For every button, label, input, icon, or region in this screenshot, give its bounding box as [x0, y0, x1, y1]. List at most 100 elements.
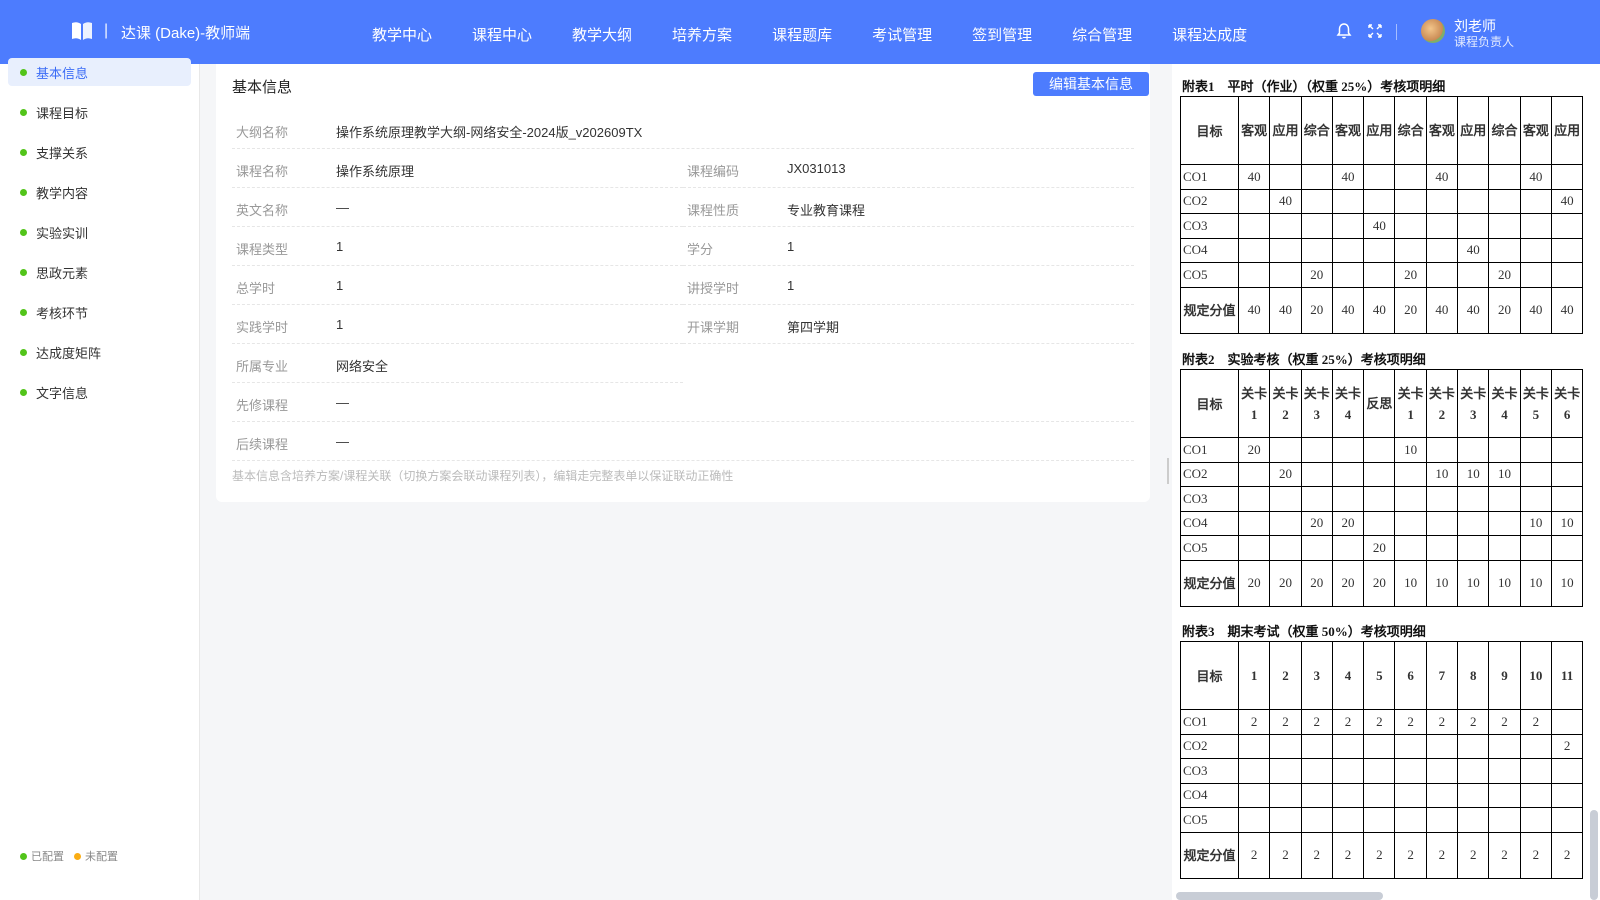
nav-signin-management[interactable]: 签到管理 [972, 24, 1032, 45]
column-header: 客观 [1425, 96, 1459, 165]
score-cell: 40 [1457, 286, 1490, 334]
row-target: CO3 [1180, 758, 1239, 784]
nav-general-management[interactable]: 综合管理 [1072, 24, 1132, 45]
table-cell [1300, 733, 1333, 759]
row-target: CO2 [1180, 461, 1239, 487]
fullscreen-icon[interactable] [1366, 22, 1384, 40]
table-cell [1300, 188, 1333, 214]
field-label: 开课学期 [687, 320, 740, 335]
configured-dot [20, 268, 27, 276]
bell-icon[interactable] [1335, 22, 1353, 40]
column-header: 关卡4 [1488, 369, 1521, 438]
table-cell [1550, 807, 1584, 833]
table-cell: 40 [1363, 213, 1396, 239]
table-cell: 10 [1394, 437, 1427, 463]
table-cell: 20 [1488, 262, 1521, 288]
score-cell: 20 [1394, 286, 1427, 334]
table-row: CO1 2 2 2 2 2 2 2 2 2 2 [1180, 709, 1584, 735]
sidebar-item-text-info[interactable]: 文字信息 [8, 378, 191, 406]
column-header: 关卡3 [1457, 369, 1490, 438]
table-cell: 10 [1550, 510, 1584, 536]
legend-unconfigured: 未配置 [85, 851, 118, 863]
nav-question-bank[interactable]: 课程题库 [772, 24, 832, 45]
nav-teaching-center[interactable]: 教学中心 [372, 24, 432, 45]
table-cell [1331, 535, 1365, 561]
table-cell [1363, 262, 1396, 288]
table-cell [1394, 807, 1427, 833]
attachment-caption: 附表2 实验考核（权重 25%）考核项明细 [1182, 352, 1426, 367]
book-logo-icon[interactable] [70, 20, 94, 42]
field-label: 英文名称 [236, 203, 289, 218]
sidebar-item-support-relations[interactable]: 支撑关系 [8, 138, 191, 166]
configured-dot [20, 108, 27, 116]
table-cell: 2 [1331, 709, 1365, 735]
sidebar-item-ideological-elements[interactable]: 思政元素 [8, 258, 191, 286]
sidebar-item-label: 达成度矩阵 [36, 345, 102, 361]
nav-course-achievement[interactable]: 课程达成度 [1172, 24, 1247, 45]
sidebar-item-assessment[interactable]: 考核环节 [8, 298, 191, 326]
table-cell: 2 [1300, 709, 1333, 735]
score-cell: 40 [1363, 286, 1396, 334]
panel-resize-handle[interactable] [1167, 458, 1169, 484]
score-cell: 40 [1550, 286, 1584, 334]
column-header: 1 [1237, 641, 1271, 710]
sidebar-item-course-objectives[interactable]: 课程目标 [8, 98, 191, 126]
nav-syllabus[interactable]: 教学大纲 [572, 24, 632, 45]
table-cell [1331, 437, 1365, 463]
table-cell [1300, 782, 1333, 808]
table-cell [1300, 535, 1333, 561]
table-cell [1331, 213, 1365, 239]
table-cell [1269, 164, 1302, 190]
edit-basic-info-button[interactable]: 编辑基本信息 [1033, 72, 1149, 96]
table-cell [1519, 733, 1552, 759]
score-cell: 2 [1331, 831, 1365, 879]
column-header: 9 [1488, 641, 1521, 710]
column-header: 客观 [1331, 96, 1365, 165]
table-cell [1331, 188, 1365, 214]
field-value: 操作系统原理 [336, 164, 415, 179]
table-row: CO3 40 [1180, 213, 1584, 239]
table-cell: 40 [1331, 164, 1365, 190]
user-avatar[interactable] [1421, 19, 1445, 43]
score-cell: 2 [1269, 831, 1302, 879]
field-value: 专业教育课程 [787, 203, 866, 218]
info-row-lecture-hours: 讲授学时 1 [683, 266, 1134, 305]
field-label: 讲授学时 [687, 281, 740, 296]
column-header: 5 [1363, 641, 1396, 710]
table-cell: 40 [1269, 188, 1302, 214]
sidebar-item-label: 考核环节 [36, 305, 89, 321]
sidebar-item-teaching-content[interactable]: 教学内容 [8, 178, 191, 206]
table-cell [1300, 213, 1333, 239]
table-cell [1519, 535, 1552, 561]
column-header: 关卡1 [1237, 369, 1271, 438]
table-cell: 40 [1425, 164, 1459, 190]
column-header: 应用 [1363, 96, 1396, 165]
score-cell: 10 [1488, 559, 1521, 607]
table-row: CO1 40 40 40 40 [1180, 164, 1584, 190]
info-row-outline-name: 大纲名称 操作系统原理教学大纲-网络安全-2024版_v202609TX [232, 110, 1134, 149]
sidebar-item-achievement-matrix[interactable]: 达成度矩阵 [8, 338, 191, 366]
nav-training-program[interactable]: 培养方案 [672, 24, 732, 45]
table-cell [1519, 782, 1552, 808]
table-cell: 20 [1331, 510, 1365, 536]
score-cell: 40 [1269, 286, 1302, 334]
column-header: 关卡2 [1269, 369, 1302, 438]
table-cell [1394, 510, 1427, 536]
nav-exam-management[interactable]: 考试管理 [872, 24, 932, 45]
field-value: 1 [787, 239, 795, 254]
status-legend: 已配置 未配置 [20, 848, 118, 864]
horizontal-scrollbar[interactable] [1176, 892, 1383, 900]
nav-course-center[interactable]: 课程中心 [472, 24, 532, 45]
field-label: 实践学时 [236, 320, 289, 335]
table-cell [1394, 188, 1427, 214]
field-value: 1 [336, 278, 344, 293]
sidebar-item-label: 支撑关系 [36, 145, 89, 161]
sidebar-item-lab-training[interactable]: 实验实训 [8, 218, 191, 246]
column-header: 关卡5 [1519, 369, 1552, 438]
sidebar-item-basic-info[interactable]: 基本信息 [8, 58, 191, 86]
vertical-scrollbar[interactable] [1590, 810, 1598, 900]
table-cell [1237, 758, 1271, 784]
header-target: 目标 [1180, 96, 1239, 165]
field-value: — [336, 434, 349, 449]
column-header: 10 [1519, 641, 1552, 710]
